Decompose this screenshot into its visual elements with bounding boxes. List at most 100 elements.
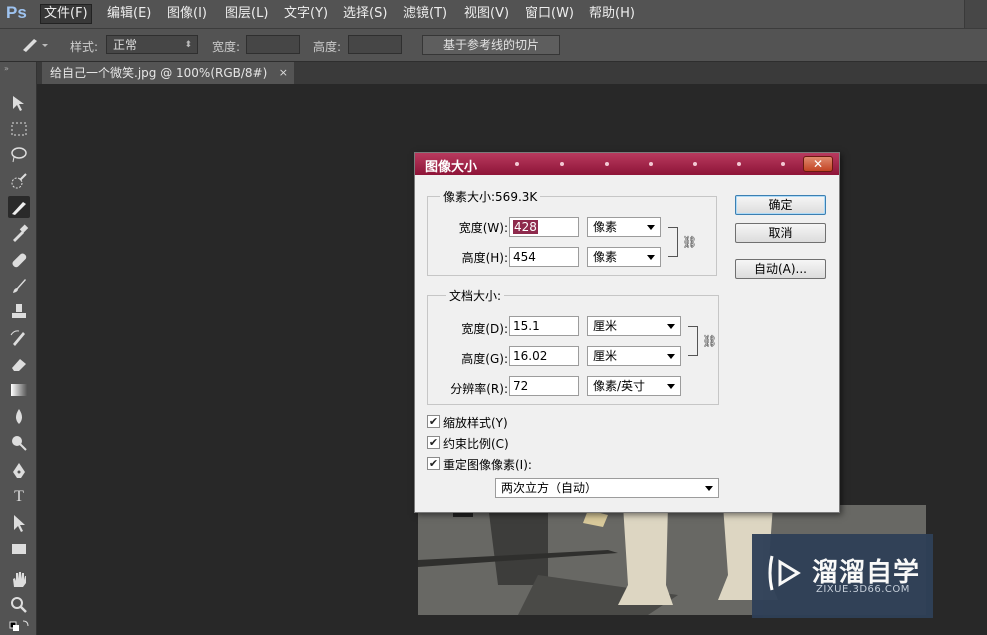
dropdown-arrow-icon (647, 225, 655, 230)
menu-layer[interactable]: 图层(L) (222, 5, 271, 23)
marquee-tool-icon[interactable] (8, 118, 30, 140)
menu-type[interactable]: 文字(Y) (281, 5, 331, 23)
brush-tool-icon[interactable] (8, 275, 30, 297)
pixel-width-input[interactable]: 428 (509, 217, 579, 237)
window-control[interactable] (964, 0, 987, 28)
resample-image-label: 重定图像像素(I): (443, 458, 532, 472)
dropdown-arrow-icon (667, 384, 675, 389)
clone-stamp-tool-icon[interactable] (8, 301, 30, 323)
lasso-tool-icon[interactable] (8, 144, 30, 166)
pixel-dimensions-group: 像素大小:569.3K 宽度(W): 428 像素 高度(H): 454 像素 … (427, 188, 717, 276)
gradient-tool-icon[interactable] (8, 379, 30, 401)
eraser-tool-icon[interactable] (8, 353, 30, 375)
menu-bar: Ps 文件(F) 编辑(E) 图像(I) 图层(L) 文字(Y) 选择(S) 滤… (0, 0, 987, 29)
watermark-logo: 溜溜自学 ZIXUE.3D66.COM (752, 534, 933, 618)
zoom-tool-icon[interactable] (8, 594, 30, 616)
menu-edit[interactable]: 编辑(E) (104, 5, 154, 23)
quick-selection-tool-icon[interactable] (8, 170, 30, 192)
color-swap-icon[interactable] (8, 618, 30, 632)
document-tab-bar: 给自己一个微笑.jpg @ 100%(RGB/8#) × (37, 62, 987, 84)
history-brush-tool-icon[interactable] (8, 327, 30, 349)
options-bar: 样式: 正常 ⬍ 宽度: 高度: 基于参考线的切片 (0, 29, 987, 62)
doc-width-label: 宽度(D): (461, 322, 508, 336)
chain-link-icon: ⛓ (702, 334, 718, 348)
pen-tool-icon[interactable] (8, 460, 30, 482)
menu-help[interactable]: 帮助(H) (586, 5, 638, 23)
dropdown-arrow-icon (667, 324, 675, 329)
eyedropper-tool-icon[interactable] (8, 222, 30, 244)
titlebar-dot (560, 162, 564, 166)
pixel-height-unit: 像素 (593, 250, 618, 264)
dialog-titlebar[interactable]: 图像大小 ✕ (415, 153, 839, 175)
pixel-height-input[interactable]: 454 (509, 247, 579, 267)
dodge-tool-icon[interactable] (8, 432, 30, 454)
slice-tool-icon[interactable] (8, 196, 30, 218)
doc-width-unit: 厘米 (593, 319, 618, 333)
auto-button[interactable]: 自动(A)... (735, 259, 826, 279)
pixel-dimensions-legend: 像素大小:569.3K (440, 188, 541, 205)
width-label: 宽度: (212, 40, 241, 54)
document-size-legend: 文档大小: (446, 287, 505, 304)
height-input[interactable] (348, 35, 402, 54)
slice-tool-preset-icon[interactable] (20, 35, 50, 55)
pixel-width-unit: 像素 (593, 220, 618, 234)
checkbox-checked-icon[interactable]: ✔ (427, 457, 440, 470)
collapse-icon[interactable]: » (4, 64, 9, 73)
slices-from-guides-button[interactable]: 基于参考线的切片 (422, 35, 560, 55)
watermark-play-icon (768, 555, 801, 591)
doc-height-label: 高度(G): (461, 352, 508, 366)
rectangle-tool-icon[interactable] (8, 538, 30, 560)
pixel-width-label: 宽度(W): (458, 221, 508, 235)
path-selection-tool-icon[interactable] (8, 512, 30, 534)
doc-height-input[interactable]: 16.02 (509, 346, 579, 366)
image-size-dialog: 图像大小 ✕ 像素大小:569.3K 宽度(W): 428 像素 高度(H): … (414, 152, 840, 513)
hand-tool-icon[interactable] (8, 568, 30, 590)
style-value: 正常 (113, 38, 138, 52)
height-label: 高度: (313, 40, 342, 54)
doc-width-unit-select[interactable]: 厘米 (587, 316, 681, 336)
type-tool-icon[interactable]: T (8, 486, 30, 508)
dialog-title: 图像大小 (425, 160, 478, 175)
watermark-url: ZIXUE.3D66.COM (816, 584, 910, 595)
resample-method-value: 两次立方（自动） (501, 481, 598, 495)
style-label: 样式: (70, 40, 99, 54)
cancel-button[interactable]: 取消 (735, 223, 826, 243)
toolbox: » T (0, 62, 37, 635)
menu-select[interactable]: 选择(S) (340, 5, 390, 23)
document-tab[interactable]: 给自己一个微笑.jpg @ 100%(RGB/8#) × (42, 62, 294, 84)
menu-window[interactable]: 窗口(W) (522, 5, 577, 23)
chevron-updown-icon: ⬍ (184, 40, 192, 50)
checkbox-checked-icon[interactable]: ✔ (427, 436, 440, 449)
style-select[interactable]: 正常 ⬍ (106, 35, 198, 54)
doc-width-input[interactable]: 15.1 (509, 316, 579, 336)
photoshop-logo: Ps (6, 3, 27, 22)
titlebar-dot (781, 162, 785, 166)
blur-tool-icon[interactable] (8, 406, 30, 428)
menu-view[interactable]: 视图(V) (461, 5, 512, 23)
pixel-height-unit-select[interactable]: 像素 (587, 247, 661, 267)
menu-filter[interactable]: 滤镜(T) (400, 5, 450, 23)
healing-brush-tool-icon[interactable] (8, 249, 30, 271)
dropdown-arrow-icon (705, 486, 713, 491)
move-tool-icon[interactable] (8, 92, 30, 114)
width-input[interactable] (246, 35, 300, 54)
constrain-proportions-label: 约束比例(C) (443, 437, 509, 451)
menu-file[interactable]: 文件(F) (40, 4, 92, 24)
doc-height-unit-select[interactable]: 厘米 (587, 346, 681, 366)
document-size-group: 文档大小: 宽度(D): 15.1 厘米 高度(G): 16.02 厘米 分辨率… (427, 287, 719, 405)
resolution-input[interactable]: 72 (509, 376, 579, 396)
resample-method-select[interactable]: 两次立方（自动） (495, 478, 719, 498)
titlebar-dot (737, 162, 741, 166)
menu-image[interactable]: 图像(I) (164, 5, 210, 23)
checkbox-checked-icon[interactable]: ✔ (427, 415, 440, 428)
tab-close-icon[interactable]: × (279, 62, 288, 84)
ok-button[interactable]: 确定 (735, 195, 826, 215)
pixel-width-value: 428 (513, 220, 538, 234)
dropdown-arrow-icon (647, 255, 655, 260)
titlebar-dot (515, 162, 519, 166)
pixel-height-label: 高度(H): (461, 251, 508, 265)
titlebar-dot (693, 162, 697, 166)
pixel-width-unit-select[interactable]: 像素 (587, 217, 661, 237)
resolution-unit-select[interactable]: 像素/英寸 (587, 376, 681, 396)
dialog-close-button[interactable]: ✕ (803, 156, 833, 172)
